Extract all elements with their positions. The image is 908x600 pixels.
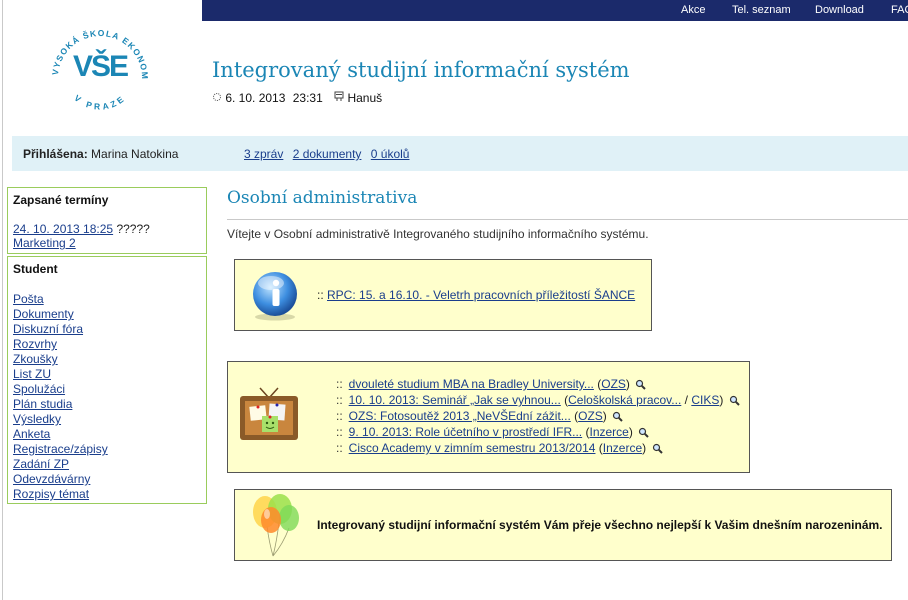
student-link-vysledky[interactable]: Výsledky [13, 412, 108, 427]
info-notice-box: :: RPC: 15. a 16.10. - Veletrh pracovníc… [234, 259, 652, 331]
logo-mark: VŠE [73, 49, 128, 83]
term-status: ????? [116, 222, 150, 236]
news-item: :: OZS: Fotosoutěž 2013 „NeVŠEdní zážit..… [336, 408, 740, 424]
news-item-link[interactable]: 10. 10. 2013: Seminář „Jak se vyhnou... [349, 393, 561, 407]
top-nav-bar: Akce Tel. seznam Download FAQ [202, 0, 908, 21]
student-link-zkousky[interactable]: Zkoušky [13, 352, 108, 367]
info-notice-link[interactable]: RPC: 15. a 16.10. - Veletrh pracovních p… [327, 288, 635, 302]
term-course-link[interactable]: Marketing 2 [13, 236, 76, 250]
current-date: 6. 10. 2013 [225, 90, 286, 105]
news-item: :: 10. 10. 2013: Seminář „Jak se vyhnou..… [336, 392, 740, 408]
info-icon [253, 272, 297, 321]
birthday-notice-box: Integrovaný studijní informační systém V… [234, 489, 892, 561]
student-link-list-zu[interactable]: List ZU [13, 367, 108, 382]
nav-download-link[interactable]: Download [815, 4, 864, 16]
user-counters: 3 zpráv 2 dokumenty 0 úkolů [244, 147, 415, 161]
student-menu-title: Student [13, 262, 58, 276]
student-link-rozpisy-temat[interactable]: Rozpisy témat [13, 487, 108, 502]
news-source-link[interactable]: CIKS [691, 393, 719, 407]
welcome-text: Vítejte v Osobní administrativě Integrov… [227, 227, 649, 241]
term-date-link[interactable]: 24. 10. 2013 18:25 [13, 222, 113, 236]
student-menu-box: Student Pošta Dokumenty Diskuzní fóra Ro… [7, 256, 207, 504]
news-item-link[interactable]: dvouleté studium MBA na Bradley Universi… [349, 377, 594, 391]
balloons-icon [253, 494, 299, 557]
student-link-anketa[interactable]: Anketa [13, 427, 108, 442]
user-name: Marina Natokina [91, 147, 179, 161]
header-meta: 6. 10. 2013 23:31 Hanuš [212, 90, 382, 105]
news-list: :: dvouleté studium MBA na Bradley Univer… [336, 376, 740, 456]
registered-terms-title: Zapsané termíny [13, 193, 109, 207]
magnifier-icon[interactable] [635, 379, 646, 391]
news-item: :: dvouleté studium MBA na Bradley Univer… [336, 376, 740, 392]
birthday-message: Integrovaný studijní informační systém V… [317, 518, 883, 532]
news-source-link[interactable]: Celoškolská pracov... [568, 393, 681, 407]
student-link-plan-studia[interactable]: Plán studia [13, 397, 108, 412]
info-notice-line: :: RPC: 15. a 16.10. - Veletrh pracovníc… [317, 288, 636, 302]
clock-icon [212, 91, 222, 105]
title-divider [227, 219, 908, 220]
tasks-link[interactable]: 0 úkolů [371, 147, 410, 161]
student-link-zadani-zp[interactable]: Zadání ZP [13, 457, 108, 472]
documents-link[interactable]: 2 dokumenty [293, 147, 362, 161]
messages-link[interactable]: 3 zpráv [244, 147, 283, 161]
svg-text:V PRAZE: V PRAZE [72, 93, 127, 112]
news-item-link[interactable]: 9. 10. 2013: Role účetního v prostředí I… [349, 425, 582, 439]
news-source-link[interactable]: OZS [601, 377, 626, 391]
logged-user: Přihlášena: Marina Natokina [23, 147, 178, 161]
news-box: :: dvouleté studium MBA na Bradley Univer… [227, 361, 750, 473]
logo-bottom-text: V PRAZE [72, 93, 124, 112]
vse-logo[interactable]: VYSOKÁ ŠKOLA EKONOMICKÁ V PRAZE VŠE [38, 8, 162, 120]
logged-label: Přihlášena: [23, 147, 88, 161]
student-link-spoluzaci[interactable]: Spolužáci [13, 382, 108, 397]
news-item: :: Cisco Academy v zimním semestru 2013/2… [336, 440, 740, 456]
student-link-rozvrhy[interactable]: Rozvrhy [13, 337, 108, 352]
nav-akce-link[interactable]: Akce [681, 4, 705, 16]
news-item: :: 9. 10. 2013: Role účetního v prostředí… [336, 424, 740, 440]
student-link-posta[interactable]: Pošta [13, 292, 108, 307]
student-menu-list: Pošta Dokumenty Diskuzní fóra Rozvrhy Zk… [13, 292, 108, 502]
news-source-link[interactable]: OZS [578, 409, 603, 423]
current-time: 23:31 [292, 90, 323, 105]
user-info-bar: Přihlášena: Marina Natokina 3 zpráv 2 do… [12, 136, 908, 171]
student-link-registrace[interactable]: Registrace/zápisy [13, 442, 108, 457]
nav-phone-directory-link[interactable]: Tel. seznam [732, 4, 791, 16]
nav-faq-link[interactable]: FAQ [891, 4, 908, 16]
news-source-link[interactable]: Inzerce [603, 441, 642, 455]
nameday: Hanuš [347, 90, 383, 105]
student-link-dokumenty[interactable]: Dokumenty [13, 307, 108, 322]
left-border [2, 0, 3, 600]
news-item-link[interactable]: Cisco Academy v zimním semestru 2013/201… [349, 441, 596, 455]
student-link-diskuzni-fora[interactable]: Diskuzní fóra [13, 322, 108, 337]
student-link-odevzdavarny[interactable]: Odevzdávárny [13, 472, 108, 487]
magnifier-icon[interactable] [652, 443, 663, 455]
app-title: Integrovaný studijní informační systém [212, 58, 630, 82]
magnifier-icon[interactable] [612, 411, 623, 423]
page-title: Osobní administrativa [227, 188, 418, 208]
news-source-link[interactable]: Inzerce [589, 425, 628, 439]
registered-terms-box: Zapsané termíny 24. 10. 2013 18:25 ?????… [7, 187, 207, 254]
bulletin-board-icon [240, 387, 298, 440]
magnifier-icon[interactable] [638, 427, 649, 439]
nameday-icon [334, 91, 344, 105]
magnifier-icon[interactable] [729, 395, 740, 407]
news-item-link[interactable]: OZS: Fotosoutěž 2013 „NeVŠEdní zážit... [349, 409, 571, 423]
